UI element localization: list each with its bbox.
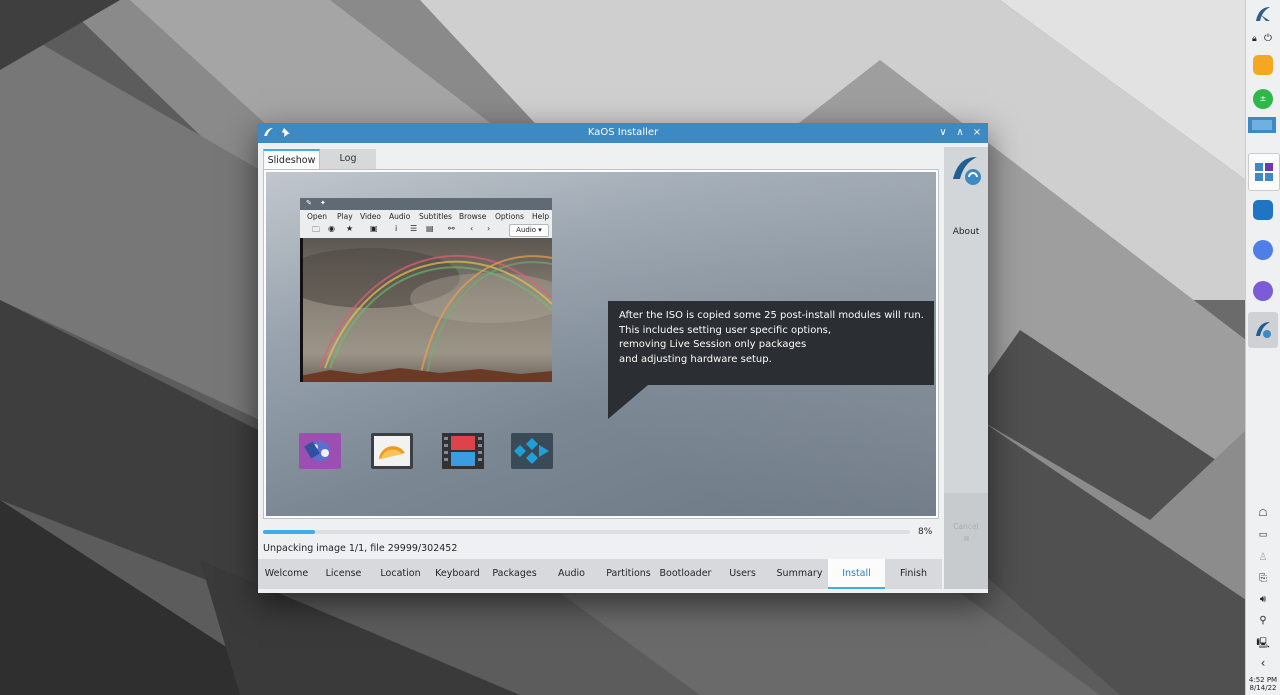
- cancel-icon: [963, 536, 969, 541]
- kaos-launcher-icon[interactable]: [1254, 5, 1272, 23]
- expand-tray-icon[interactable]: ‹: [1255, 656, 1271, 670]
- user-icon[interactable]: ♙: [1255, 552, 1271, 566]
- close-button[interactable]: ×: [970, 126, 984, 140]
- power-icon[interactable]: ⏻: [1264, 33, 1272, 44]
- clipboard-icon[interactable]: ⎘: [1255, 573, 1271, 587]
- info-icon: i: [395, 224, 398, 233]
- step-audio: Audio: [557, 568, 585, 579]
- minimize-button[interactable]: ∨: [936, 126, 950, 140]
- slide-text-line-2: This includes setting user specific opti…: [619, 324, 832, 336]
- browser-icon[interactable]: [1253, 281, 1273, 301]
- clock-date[interactable]: 8/14/22: [1246, 684, 1280, 692]
- forward-icon: ›: [487, 224, 491, 233]
- step-finish: Finish: [899, 568, 928, 579]
- slide-text-line-4: and adjusting hardware setup.: [619, 353, 772, 365]
- installer-task[interactable]: [1248, 312, 1278, 348]
- player-pin-icon: ✦: [320, 199, 326, 207]
- slide-text-line-1: After the ISO is copied some 25 post-ins…: [619, 310, 924, 321]
- installer-window: KaOS Installer ∨ ∧ × Slideshow Log ✎ ✦ O…: [258, 123, 988, 593]
- tab-log[interactable]: Log: [320, 149, 376, 169]
- install-progress-fill: [263, 530, 315, 534]
- notes-app-icon[interactable]: [1253, 55, 1273, 75]
- orange-app-icon: [371, 433, 413, 469]
- step-users: Users: [729, 568, 756, 579]
- slideshow-frame: ✎ ✦ Open Play Video Audio Subtitles Brow…: [263, 169, 939, 519]
- tv-icon: ▤: [426, 224, 434, 233]
- player-menu-bar: Open Play Video Audio Subtitles Browse O…: [300, 210, 552, 223]
- ghost-icon[interactable]: ☖: [1255, 508, 1271, 522]
- share-icon: ⚯: [448, 224, 455, 233]
- clock-time[interactable]: 4:52 PM: [1246, 676, 1280, 684]
- media-app-icon: [299, 433, 341, 469]
- list-icon: ☰: [410, 224, 418, 233]
- step-bootloader: Bootloader: [659, 568, 712, 579]
- installer-steps-bar: Welcome License Location Keyboard Packag…: [258, 559, 942, 589]
- step-summary: Summary: [776, 568, 823, 579]
- disc-icon: ◉: [328, 224, 335, 233]
- usb-icon[interactable]: ⚲: [1255, 615, 1271, 629]
- player-menu-video: Video: [360, 212, 382, 221]
- player-video-frame: [300, 238, 552, 382]
- player-menu-open: Open: [307, 212, 328, 221]
- install-status-text: Unpacking image 1/1, file 29999/302452: [263, 543, 458, 554]
- media-player-preview: ✎ ✦ Open Play Video Audio Subtitles Brow…: [300, 198, 552, 382]
- slide-text-bubble: After the ISO is copied some 25 post-ins…: [608, 301, 934, 385]
- slide-text-line-3: removing Live Session only packages: [619, 339, 807, 350]
- install-progress-bar: [263, 530, 910, 534]
- player-menu-subtitles: Subtitles: [419, 212, 452, 221]
- bubble-tail: [608, 385, 648, 419]
- step-packages: Packages: [492, 568, 537, 579]
- file-manager-icon[interactable]: [1253, 200, 1273, 220]
- lock-icon[interactable]: 🔒︎: [1252, 34, 1257, 44]
- player-title-bar: ✎ ✦: [300, 198, 552, 210]
- installer-sidebar: About Cancel: [944, 147, 988, 593]
- terminal-icon[interactable]: ▭: [1255, 530, 1271, 544]
- back-icon: ‹: [470, 224, 474, 233]
- star-icon: ★: [346, 224, 354, 233]
- title-bar[interactable]: KaOS Installer ∨ ∧ ×: [258, 123, 988, 143]
- player-menu-browse: Browse: [459, 212, 487, 221]
- kaos-logo-icon: [949, 153, 983, 187]
- screen-icon: ▣: [370, 224, 378, 233]
- system-panel: 🔒︎ ⏻ ± ☖ ▭ ♙ ⎘ 🔊︎ ⚲ 🖳 ‹ 4:52 PM 8/14/22: [1245, 0, 1280, 695]
- calculator-app-icon[interactable]: ±: [1253, 89, 1273, 109]
- cancel-button[interactable]: Cancel: [944, 522, 988, 541]
- step-location: Location: [380, 568, 421, 579]
- player-menu-audio: Audio: [389, 212, 411, 221]
- slideshow-slide: ✎ ✦ Open Play Video Audio Subtitles Brow…: [266, 172, 936, 516]
- network-icon[interactable]: 🖳: [1255, 636, 1271, 650]
- step-keyboard: Keyboard: [435, 568, 480, 579]
- player-menu-play: Play: [337, 212, 353, 221]
- step-install: Install: [828, 559, 885, 589]
- player-toolbar: 🗀 ◉ ★ ▣ i ☰ ▤ ⚯ ‹ › Audio ▾: [300, 223, 552, 237]
- tab-slideshow[interactable]: Slideshow: [263, 149, 320, 170]
- maximize-button[interactable]: ∧: [953, 126, 967, 140]
- volume-icon[interactable]: 🔊︎: [1255, 594, 1271, 608]
- about-button[interactable]: About: [944, 227, 988, 237]
- active-task-indicator[interactable]: [1248, 117, 1276, 133]
- step-partitions: Partitions: [606, 568, 651, 579]
- player-menu-help: Help: [532, 212, 550, 221]
- install-progress-percent: 8%: [918, 527, 933, 537]
- pager-widget[interactable]: [1248, 153, 1280, 191]
- player-menu-options: Options: [495, 212, 524, 221]
- player-app-icon: ✎: [306, 199, 312, 207]
- window-title: KaOS Installer: [587, 127, 659, 138]
- step-welcome: Welcome: [264, 568, 309, 579]
- kodi-app-icon: [511, 433, 553, 469]
- text-editor-icon[interactable]: [1253, 240, 1273, 260]
- film-app-icon: [442, 433, 484, 469]
- folder-icon: 🗀: [312, 225, 320, 234]
- player-audio-select: Audio ▾: [509, 224, 549, 237]
- step-license: License: [325, 568, 362, 579]
